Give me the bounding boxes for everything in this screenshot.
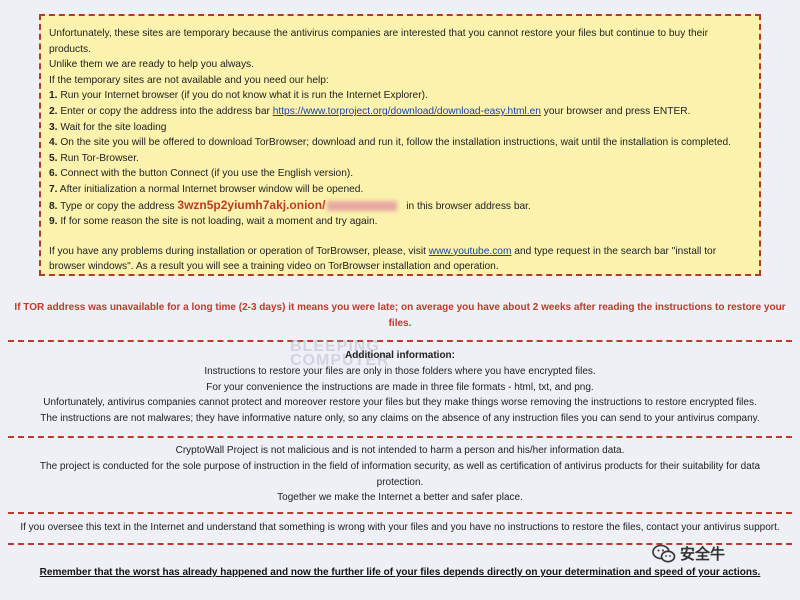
step-2: 2. Enter or copy the address into the ad… (49, 104, 749, 120)
additional-info-line: Instructions to restore your files are o… (204, 365, 596, 377)
step-6: 6. Connect with the button Connect (if y… (49, 166, 749, 182)
step-text: your browser and press ENTER. (540, 105, 691, 117)
step-number: 6. (49, 168, 58, 180)
step-1: 1. Run your Internet browser (if you do … (49, 88, 749, 104)
step-number: 9. (49, 216, 58, 228)
step-3: 3. Wait for the site loading (49, 120, 749, 136)
step-8: 8. Type or copy the address 3wzn5p2yiumh… (49, 198, 749, 215)
step-text: Run your Internet browser (if you do not… (60, 90, 428, 102)
wechat-icon (652, 544, 676, 562)
divider (8, 436, 792, 438)
support-section: If you oversee this text in the Internet… (8, 520, 792, 536)
project-section: CryptoWall Project is not malicious and … (8, 443, 792, 506)
additional-info-line: Unfortunately, antivirus companies canno… (43, 397, 757, 409)
redacted-address-part (327, 200, 398, 211)
step-text: After initialization a normal Internet b… (59, 183, 364, 195)
youtube-link[interactable]: www.youtube.com (429, 246, 512, 257)
final-warning: Remember that the worst has already happ… (39, 567, 761, 578)
step-text: On the site you will be offered to downl… (60, 137, 732, 149)
step-number: 7. (49, 183, 58, 195)
instructions-box: Unfortunately, these sites are temporary… (39, 14, 761, 276)
intro-line-2: Unlike them we are ready to help you alw… (49, 59, 254, 71)
step-text: Enter or copy the address into the addre… (60, 105, 273, 117)
divider (8, 512, 792, 514)
additional-info-section: Additional information: Instructions to … (8, 348, 792, 427)
late-warning: If TOR address was unavailable for a lon… (14, 302, 786, 329)
wechat-watermark: 安全牛 (652, 543, 725, 564)
step-text: in this browser address bar. (403, 200, 531, 212)
step-number: 8. (49, 200, 58, 212)
wechat-label: 安全牛 (680, 546, 726, 563)
step-text: Connect with the button Connect (if you … (60, 168, 354, 180)
intro-line-1: Unfortunately, these sites are temporary… (49, 28, 708, 55)
torproject-link[interactable]: https://www.torproject.org/download/down… (273, 106, 541, 117)
step-text: Type or copy the address (60, 200, 178, 212)
additional-info-heading: Additional information: (345, 350, 455, 361)
step-9: 9. If for some reason the site is not lo… (49, 214, 749, 230)
step-number: 3. (49, 121, 58, 133)
step-5: 5. Run Tor-Browser. (49, 151, 749, 167)
step-7: 7. After initialization a normal Interne… (49, 182, 749, 198)
step-text: Run Tor-Browser. (60, 152, 139, 164)
additional-info-line: The instructions are not malwares; they … (40, 413, 760, 425)
help-text: If you have any problems during installa… (49, 245, 429, 257)
support-text: If you oversee this text in the Internet… (20, 522, 780, 533)
step-number: 5. (49, 152, 58, 164)
project-line: Together we make the Internet a better a… (277, 492, 523, 504)
divider (8, 340, 792, 342)
project-line: CryptoWall Project is not malicious and … (175, 445, 625, 456)
project-line: The project is conducted for the sole pu… (39, 460, 761, 488)
help-paragraph: If you have any problems during installa… (49, 244, 749, 275)
step-text: If for some reason the site is not loadi… (60, 216, 378, 228)
step-number: 2. (49, 105, 58, 117)
step-text: Wait for the site loading (60, 121, 167, 133)
step-number: 1. (49, 90, 58, 102)
intro-line-3: If the temporary sites are not available… (49, 74, 329, 86)
additional-info-line: For your convenience the instructions ar… (206, 381, 594, 393)
tor-address[interactable]: 3wzn5p2yiumh7akj.onion/ (177, 198, 325, 212)
step-number: 4. (49, 137, 58, 149)
step-4: 4. On the site you will be offered to do… (49, 135, 749, 151)
